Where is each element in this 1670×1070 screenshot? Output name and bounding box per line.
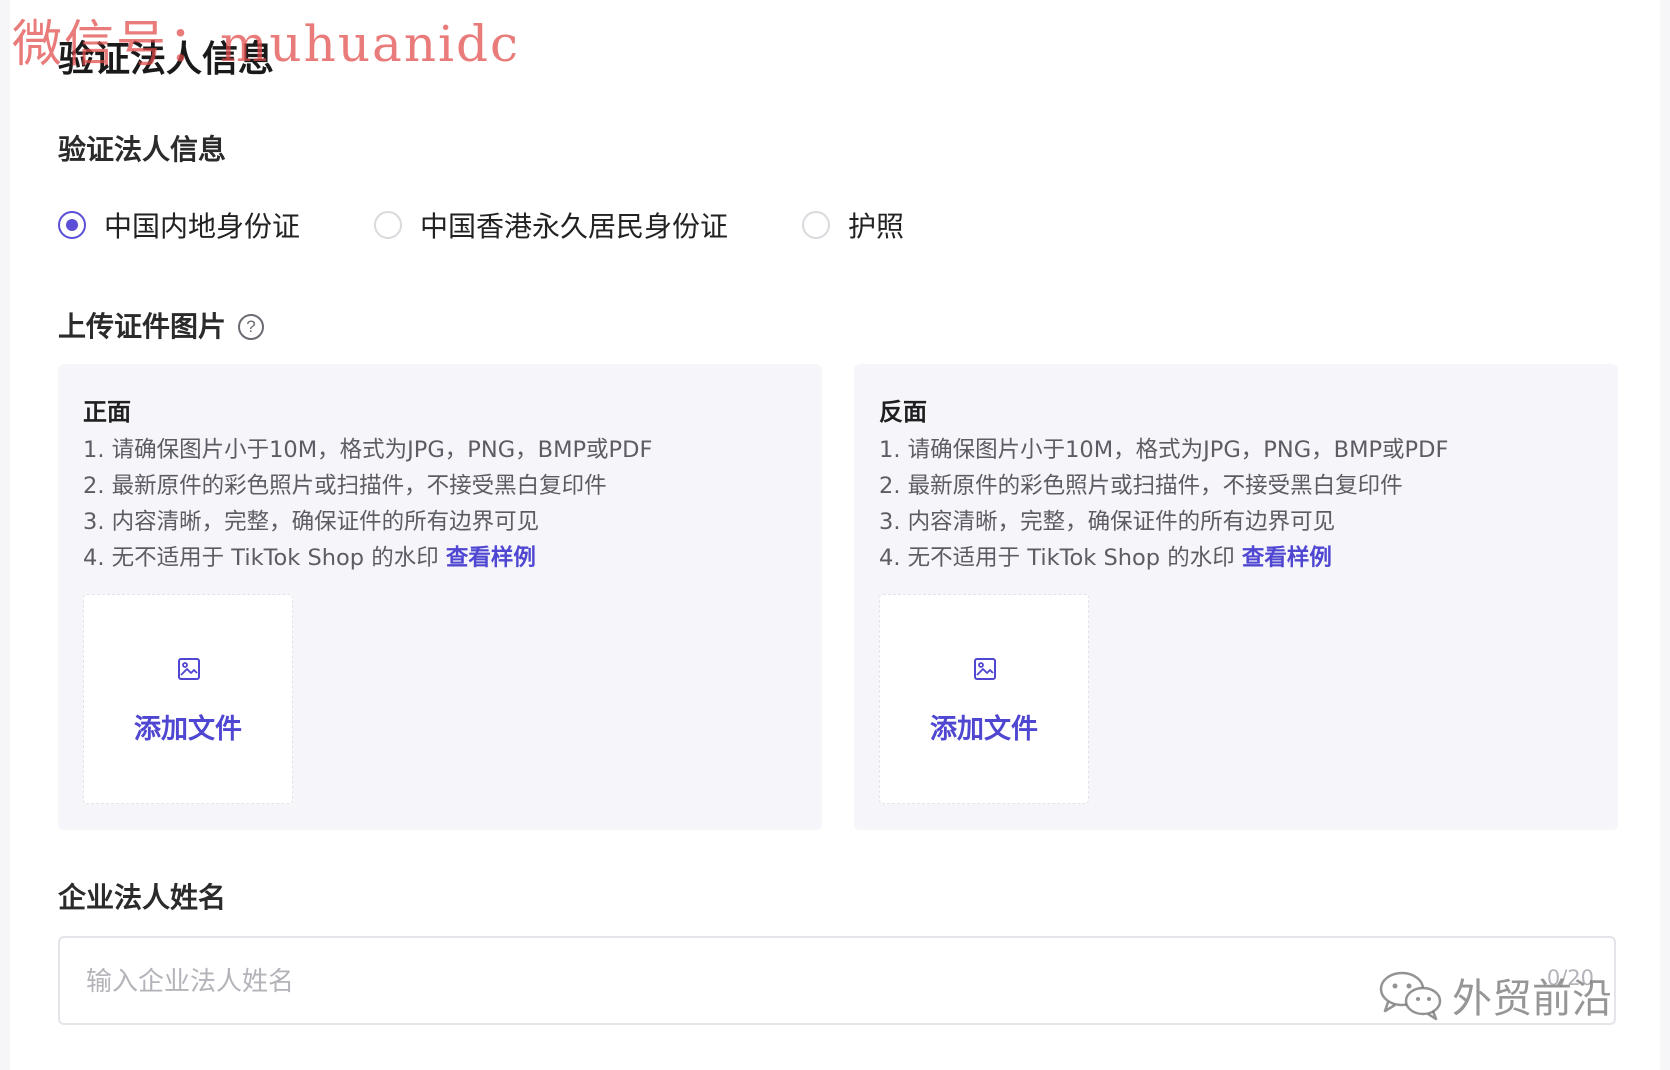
rule-item-with-link: 4. 无不适用于 TikTok Shop 的水印 查看样例 [83,540,652,576]
rule-item: 2. 最新原件的彩色照片或扫描件，不接受黑白复印件 [83,473,607,499]
upload-section-label: 上传证件图片 [58,310,227,343]
rule-item: 1. 请确保图片小于10M，格式为JPG，PNG，BMP或PDF [83,437,653,463]
radio-unchecked-icon[interactable] [802,211,830,239]
add-file-button-back[interactable]: 添加文件 [879,594,1089,804]
page: 微信号：muhuanidc 验证法人信息 验证法人信息 中国内地身份证 中国香港… [0,0,1670,1070]
rule-text: 4. 无不适用于 TikTok Shop 的水印 [879,545,1235,571]
left-gutter [0,0,10,1070]
upload-rules: 1. 请确保图片小于10M，格式为JPG，PNG，BMP或PDF 2. 最新原件… [83,432,652,576]
legal-rep-name-field: 0/20 [58,936,1616,1025]
right-gutter [1660,0,1670,1070]
id-type-label: 验证法人信息 [58,133,227,166]
upload-panel-back: 反面 1. 请确保图片小于10M，格式为JPG，PNG，BMP或PDF 2. 最… [854,364,1618,830]
panel-title: 正面 [83,398,131,426]
legal-rep-name-input[interactable] [84,938,1468,1025]
panel-title: 反面 [879,398,927,426]
upload-rules: 1. 请确保图片小于10M，格式为JPG，PNG，BMP或PDF 2. 最新原件… [879,432,1448,576]
add-file-button-front[interactable]: 添加文件 [83,594,293,804]
radio-hk-permanent-id[interactable]: 中国香港永久居民身份证 [374,205,728,245]
question-circle-icon[interactable]: ? [238,314,264,340]
image-icon [178,658,200,680]
rule-text: 4. 无不适用于 TikTok Shop 的水印 [83,545,439,571]
upload-panel-front: 正面 1. 请确保图片小于10M，格式为JPG，PNG，BMP或PDF 2. 最… [58,364,822,830]
add-file-label: 添加文件 [134,714,242,745]
radio-unchecked-icon[interactable] [374,211,402,239]
radio-passport[interactable]: 护照 [802,205,904,245]
radio-label: 中国内地身份证 [104,210,301,243]
char-counter: 0/20 [1546,966,1594,990]
id-type-radio-group: 中国内地身份证 中国香港永久居民身份证 护照 [58,205,1614,245]
rule-item: 2. 最新原件的彩色照片或扫描件，不接受黑白复印件 [879,473,1403,499]
page-title: 验证法人信息 [58,39,275,80]
radio-mainland-id[interactable]: 中国内地身份证 [58,205,300,245]
radio-checked-icon[interactable] [58,211,86,239]
rule-item: 3. 内容清晰，完整，确保证件的所有边界可见 [879,509,1336,535]
add-file-label: 添加文件 [930,714,1038,745]
rule-item: 3. 内容清晰，完整，确保证件的所有边界可见 [83,509,540,535]
image-icon [974,658,996,680]
radio-label: 中国香港永久居民身份证 [420,210,729,243]
view-sample-link[interactable]: 查看样例 [446,545,536,571]
radio-label: 护照 [848,210,905,243]
rule-item: 1. 请确保图片小于10M，格式为JPG，PNG，BMP或PDF [879,437,1449,463]
legal-rep-name-label: 企业法人姓名 [58,881,227,914]
rule-item-with-link: 4. 无不适用于 TikTok Shop 的水印 查看样例 [879,540,1448,576]
view-sample-link[interactable]: 查看样例 [1242,545,1332,571]
